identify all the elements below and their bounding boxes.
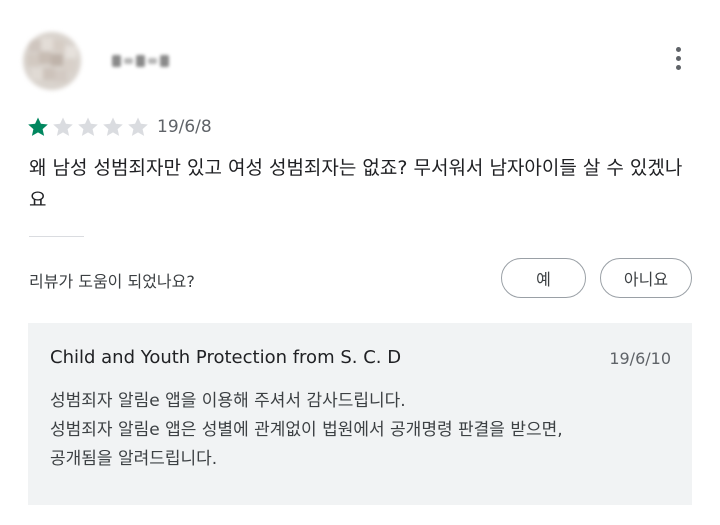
reply-date: 19/6/10	[609, 349, 671, 368]
star-icon	[53, 117, 73, 136]
star-icon	[28, 117, 48, 136]
star-icon	[78, 117, 98, 136]
divider	[29, 236, 84, 237]
reply-line: 성범죄자 알림e 앱을 이용해 주셔서 감사드립니다.	[50, 391, 406, 411]
more-vert-icon	[675, 46, 681, 52]
reviewer-name-blurred	[110, 50, 170, 72]
helpful-no-button[interactable]: 아니요	[600, 258, 692, 298]
reply-line: 공개됨을 알려드립니다.	[50, 449, 218, 469]
star-icon	[128, 117, 148, 136]
review-card: 19/6/8 왜 남성 성범죄자만 있고 여성 성범죄자는 없죠? 무서워서 남…	[0, 0, 720, 525]
helpful-question: 리뷰가 도움이 되었나요?	[29, 272, 195, 291]
reply-line: 성범죄자 알림e 앱은 성별에 관계없이 법원에서 공개명령 판결을 받으면,	[50, 420, 563, 440]
reply-text: 성범죄자 알림e 앱을 이용해 주셔서 감사드립니다. 성범죄자 알림e 앱은 …	[50, 387, 680, 474]
star-rating	[26, 115, 150, 139]
star-icon	[103, 117, 123, 136]
more-options-button[interactable]	[664, 40, 692, 76]
helpful-yes-button[interactable]: 예	[501, 258, 586, 298]
avatar	[23, 32, 81, 90]
review-text: 왜 남성 성범죄자만 있고 여성 성범죄자는 없죠? 무서워서 남자아이들 살 …	[29, 157, 683, 211]
review-date: 19/6/8	[157, 117, 212, 137]
developer-reply: Child and Youth Protection from S. C. D …	[28, 323, 692, 505]
developer-name: Child and Youth Protection from S. C. D	[50, 347, 402, 368]
